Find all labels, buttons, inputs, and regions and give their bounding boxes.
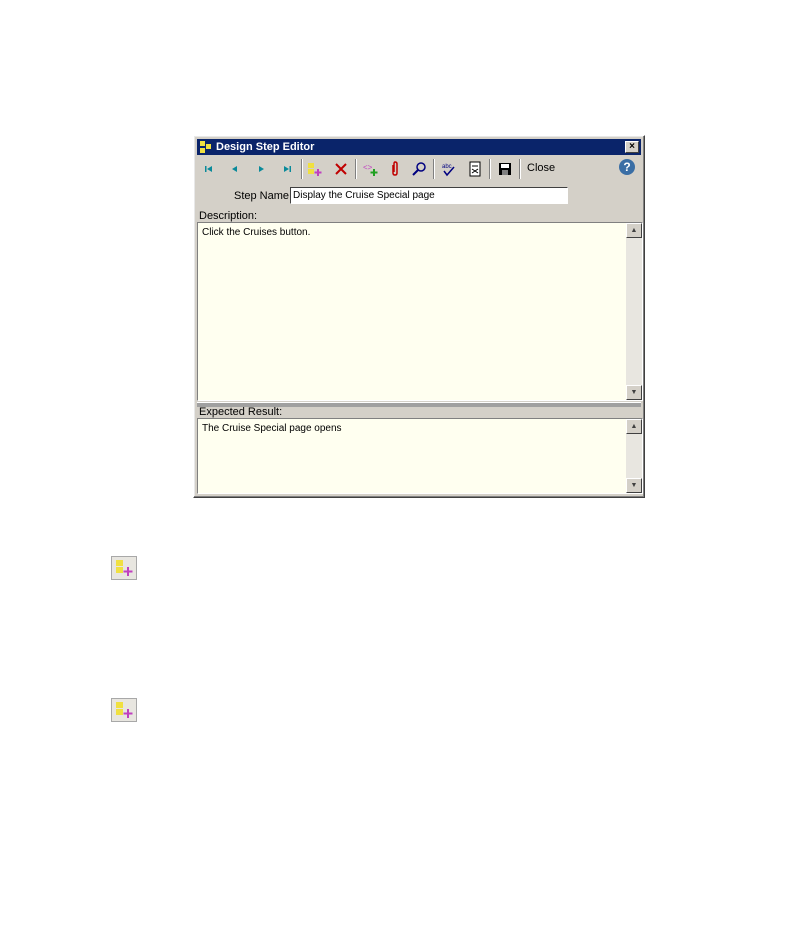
- description-label: Description:: [199, 210, 258, 222]
- new-step-icon: [111, 698, 137, 722]
- title-bar[interactable]: Design Step Editor ×: [197, 139, 641, 155]
- help-icon[interactable]: ?: [619, 159, 635, 175]
- attachment-icon[interactable]: [385, 159, 405, 179]
- save-icon[interactable]: [495, 159, 515, 179]
- description-scrollbar[interactable]: ▲ ▼: [626, 223, 642, 400]
- thesaurus-icon[interactable]: [465, 159, 485, 179]
- toolbar-separator: [301, 159, 303, 179]
- new-step-icon: [111, 556, 137, 580]
- toolbar-separator: [433, 159, 435, 179]
- scroll-up-arrow-icon[interactable]: ▲: [626, 223, 642, 238]
- toolbar-separator: [489, 159, 491, 179]
- design-step-icon: [200, 141, 211, 153]
- scroll-down-arrow-icon[interactable]: ▼: [626, 385, 642, 400]
- scroll-up-arrow-icon[interactable]: ▲: [626, 419, 642, 434]
- svg-text:abc: abc: [442, 164, 452, 170]
- step-name-label: Step Name:: [234, 190, 293, 202]
- svg-text:<>: <>: [363, 163, 373, 172]
- scroll-down-arrow-icon[interactable]: ▼: [626, 478, 642, 493]
- description-textarea[interactable]: Click the Cruises button. ▲ ▼: [197, 222, 643, 401]
- window-title: Design Step Editor: [216, 141, 315, 153]
- new-step-icon[interactable]: [305, 159, 325, 179]
- toolbar-separator: [355, 159, 357, 179]
- close-button[interactable]: Close: [527, 162, 555, 174]
- step-name-input[interactable]: Display the Cruise Special page: [290, 187, 568, 204]
- zoom-icon[interactable]: [409, 159, 429, 179]
- design-step-editor-window: Design Step Editor × <> abc Close ? Step…: [193, 135, 645, 498]
- expected-result-text: The Cruise Special page opens: [202, 423, 342, 434]
- expected-result-textarea[interactable]: The Cruise Special page opens ▲ ▼: [197, 418, 643, 494]
- next-record-icon[interactable]: [251, 159, 271, 179]
- last-record-icon[interactable]: [277, 159, 297, 179]
- description-text: Click the Cruises button.: [202, 227, 311, 238]
- spell-check-icon[interactable]: abc: [439, 159, 459, 179]
- close-window-button[interactable]: ×: [625, 141, 639, 153]
- toolbar: <> abc Close ?: [197, 157, 641, 181]
- previous-record-icon[interactable]: [225, 159, 245, 179]
- first-record-icon[interactable]: [199, 159, 219, 179]
- expected-result-label: Expected Result:: [199, 406, 283, 418]
- toolbar-separator: [519, 159, 521, 179]
- expected-result-scrollbar[interactable]: ▲ ▼: [626, 419, 642, 493]
- insert-parameter-icon[interactable]: <>: [361, 159, 381, 179]
- delete-step-icon[interactable]: [331, 159, 351, 179]
